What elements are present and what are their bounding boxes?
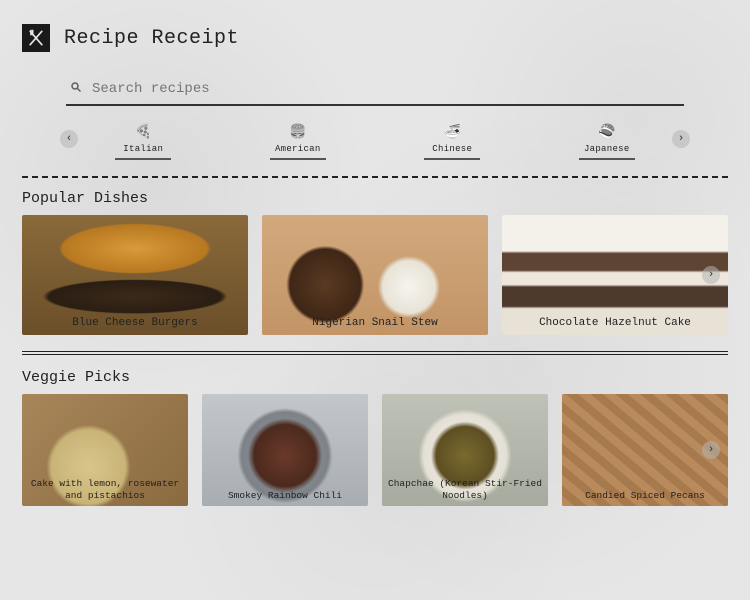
category-prev-button[interactable]: ‹ <box>60 130 78 148</box>
category-tab-american[interactable]: 🍔 American <box>270 124 326 160</box>
search-bar[interactable] <box>66 74 684 106</box>
recipe-card[interactable]: Blue Cheese Burgers <box>22 215 248 335</box>
recipe-title: Candied Spiced Pecans <box>562 490 728 502</box>
header: Recipe Receipt <box>22 24 728 52</box>
recipe-title: Chocolate Hazelnut Cake <box>502 317 728 329</box>
divider-dashed <box>22 176 728 178</box>
recipe-title: Smokey Rainbow Chili <box>202 490 368 502</box>
chevron-right-icon: › <box>678 133 685 145</box>
recipe-title: Chapchae (Korean Stir-Fried Noodles) <box>382 478 548 502</box>
category-next-button[interactable]: › <box>672 130 690 148</box>
chevron-left-icon: ‹ <box>66 133 73 145</box>
search-icon <box>70 80 82 98</box>
chevron-right-icon: › <box>708 269 715 281</box>
section-title-popular: Popular Dishes <box>22 190 728 207</box>
utensils-icon <box>26 28 46 48</box>
burger-icon: 🍔 <box>288 124 308 140</box>
popular-next-button[interactable]: › <box>702 266 720 284</box>
category-tab-chinese[interactable]: 🍜 Chinese <box>424 124 480 160</box>
section-title-veggie: Veggie Picks <box>22 369 728 386</box>
category-tabs: ‹ 🍕 Italian 🍔 American 🍜 Chinese 🍣 Japan… <box>66 124 684 160</box>
category-label: Italian <box>123 144 163 154</box>
category-label: American <box>275 144 321 154</box>
category-label: Japanese <box>584 144 630 154</box>
recipe-card[interactable]: Chocolate Hazelnut Cake <box>502 215 728 335</box>
popular-carousel: ‹ Blue Cheese Burgers Nigerian Snail Ste… <box>22 215 728 335</box>
recipe-card[interactable]: Smokey Rainbow Chili <box>202 394 368 506</box>
veggie-next-button[interactable]: › <box>702 441 720 459</box>
app-logo <box>22 24 50 52</box>
noodle-icon: 🍜 <box>442 124 462 140</box>
recipe-title: Nigerian Snail Stew <box>262 317 488 329</box>
category-label: Chinese <box>432 144 472 154</box>
recipe-title: Blue Cheese Burgers <box>22 317 248 329</box>
search-input[interactable] <box>92 81 680 97</box>
recipe-title: Cake with lemon, rosewater and pistachio… <box>22 478 188 502</box>
veggie-carousel: ‹ Cake with lemon, rosewater and pistach… <box>22 394 728 506</box>
page-title: Recipe Receipt <box>64 27 239 50</box>
category-tab-japanese[interactable]: 🍣 Japanese <box>579 124 635 160</box>
pizza-icon: 🍕 <box>133 124 153 140</box>
recipe-card[interactable]: Chapchae (Korean Stir-Fried Noodles) <box>382 394 548 506</box>
sushi-icon: 🍣 <box>597 124 617 140</box>
category-tab-italian[interactable]: 🍕 Italian <box>115 124 171 160</box>
chevron-right-icon: › <box>708 444 715 456</box>
recipe-card[interactable]: Cake with lemon, rosewater and pistachio… <box>22 394 188 506</box>
divider-double <box>22 351 728 355</box>
recipe-card[interactable]: Nigerian Snail Stew <box>262 215 488 335</box>
